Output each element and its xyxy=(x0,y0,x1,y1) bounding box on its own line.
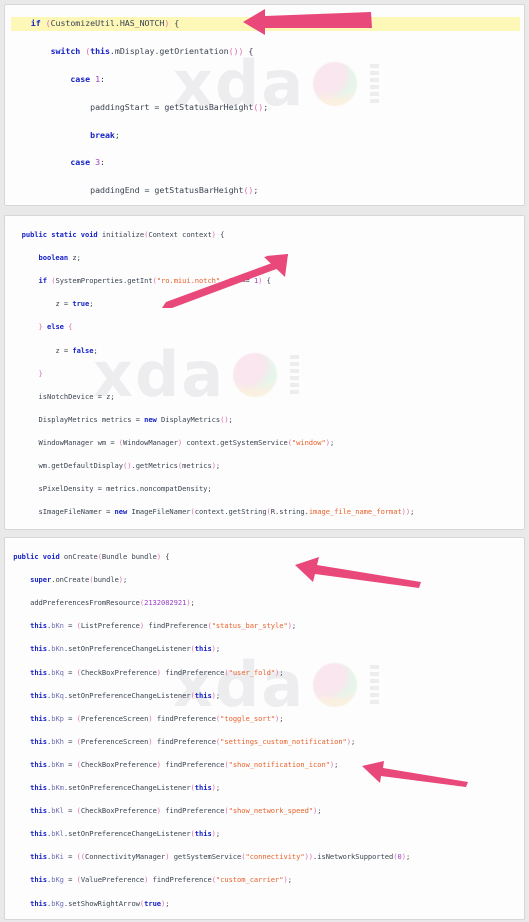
code-line: z = false; xyxy=(55,345,98,355)
code-line: this.bKi = ((ConnectivityManager) getSys… xyxy=(30,852,411,862)
code-line: paddingEnd = getStatusBarHeight(); xyxy=(90,185,259,196)
code-line: this.bKq.setOnPreferenceChangeListener(t… xyxy=(30,690,221,700)
code-line: this.bKh = (PreferenceScreen) findPrefer… xyxy=(30,736,356,746)
code-line: WindowManager wm = (WindowManager) conte… xyxy=(38,437,335,447)
code-line: wm.getDefaultDisplay().getMetrics(metric… xyxy=(38,461,221,471)
code-line: public static void initialize(Context co… xyxy=(21,230,225,240)
code-line: this.bKl.setOnPreferenceChangeListener(t… xyxy=(30,829,221,839)
code-line: sPixelDensity = metrics.noncompatDensity… xyxy=(38,484,212,494)
code-line: break; xyxy=(90,129,120,140)
code-line: this.bKn = (ListPreference) findPreferen… xyxy=(30,621,297,631)
code-line: case 1: xyxy=(70,73,105,84)
code-text-panel-2: public static void initialize(Context co… xyxy=(5,223,524,530)
code-panel-3: xda public void onCreate(Bundle bundle) … xyxy=(4,537,525,920)
code-line: Point p = new Point(); xyxy=(9,529,518,530)
code-line: this.bKl = (CheckBoxPreference) findPref… xyxy=(30,806,322,816)
code-line: isNotchDevice = z; xyxy=(38,391,115,401)
code-line: case 3: xyxy=(70,157,105,168)
screenshot-page: xda if (CustomizeUtil.HAS_NOTCH) { switc… xyxy=(0,0,529,922)
code-line: this.bKg.setShowRightArrow(true); xyxy=(30,898,170,908)
code-line: public void onCreate(Bundle bundle) { xyxy=(13,552,170,562)
code-line: super.onCreate(bundle); xyxy=(30,575,128,585)
code-line: if (SystemProperties.getInt("ro.miui.not… xyxy=(38,276,271,286)
code-line: this.bKm = (CheckBoxPreference) findPref… xyxy=(30,759,339,769)
code-text-panel-3: public void onCreate(Bundle bundle) { su… xyxy=(5,545,524,919)
code-line: } xyxy=(38,368,43,378)
code-line: z = true; xyxy=(55,299,94,309)
code-line: this.bKm.setOnPreferenceChangeListener(t… xyxy=(30,783,221,793)
code-text-panel-1: if (CustomizeUtil.HAS_NOTCH) { switch (t… xyxy=(5,13,524,205)
code-line: this.bKg = (ValuePreference) findPrefere… xyxy=(30,875,292,885)
code-line: } else { xyxy=(38,322,73,332)
code-line: this.bKn.setOnPreferenceChangeListener(t… xyxy=(30,644,221,654)
code-line: switch (this.mDisplay.getOrientation()) … xyxy=(50,46,254,57)
code-line: sImageFileNamer = new ImageFileNamer(con… xyxy=(38,507,415,517)
code-line: this.bKp = (PreferenceScreen) findPrefer… xyxy=(30,713,284,723)
code-line: if (CustomizeUtil.HAS_NOTCH) { xyxy=(11,17,520,32)
code-line: this.bKq = (CheckBoxPreference) findPref… xyxy=(30,667,284,677)
code-line: DisplayMetrics metrics = new DisplayMetr… xyxy=(38,414,233,424)
code-panel-2: xda public static void initialize(Contex… xyxy=(4,215,525,530)
code-line: addPreferencesFromResource(2132082921); xyxy=(30,598,195,608)
code-line: boolean z; xyxy=(38,253,81,263)
code-panel-1: xda if (CustomizeUtil.HAS_NOTCH) { switc… xyxy=(4,4,525,206)
code-line: paddingStart = getStatusBarHeight(); xyxy=(90,101,269,112)
